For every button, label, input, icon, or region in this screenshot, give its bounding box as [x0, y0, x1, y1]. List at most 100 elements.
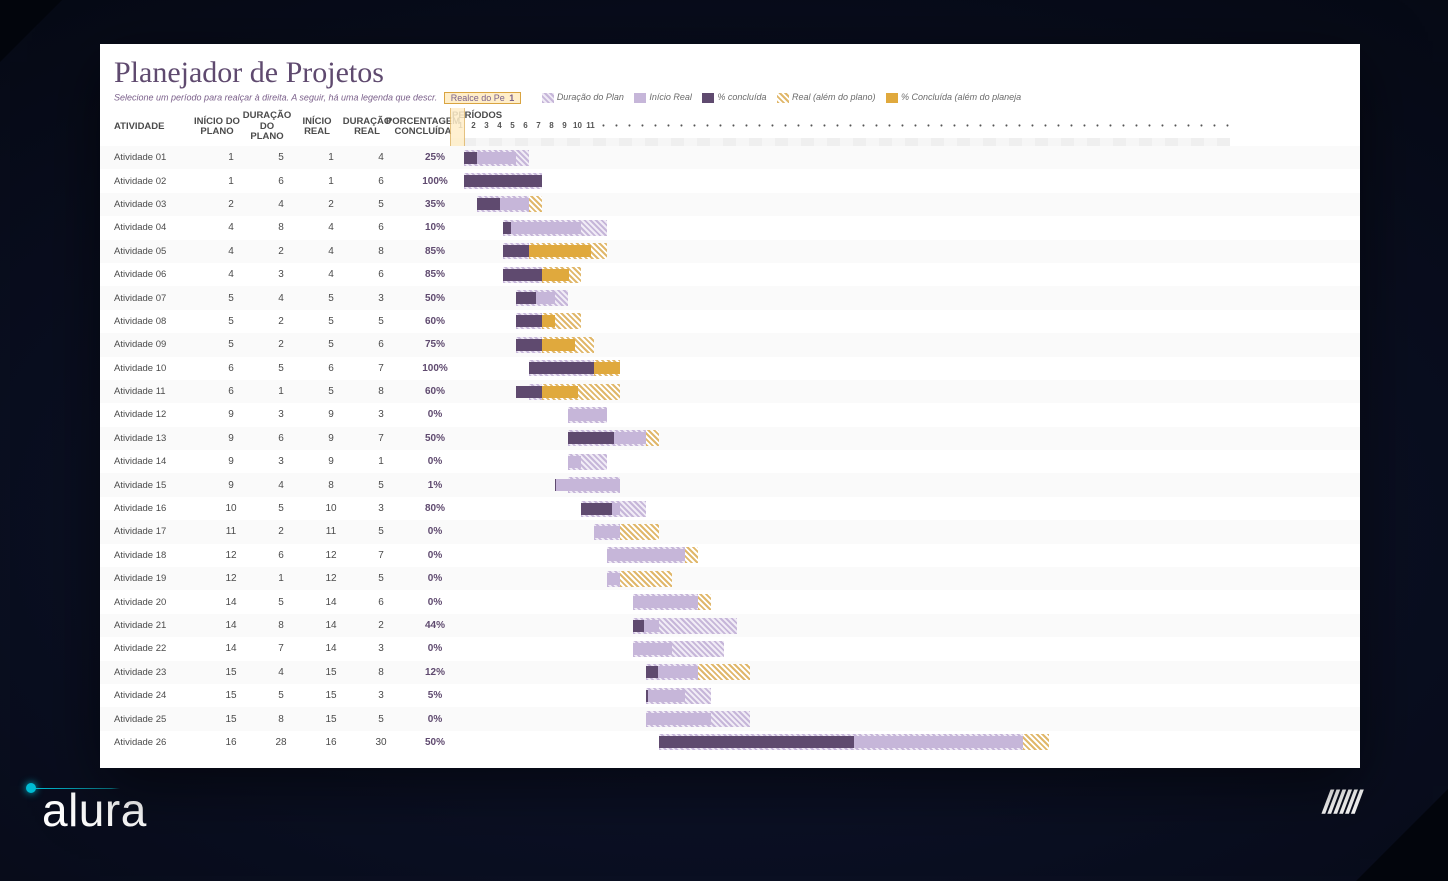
cell-plan-start[interactable]: 1 [206, 152, 256, 163]
cell-plan-dur[interactable]: 6 [256, 550, 306, 561]
cell-activity[interactable]: Atividade 25 [100, 714, 206, 725]
table-row[interactable]: Atividade 04484610% [100, 216, 1360, 239]
cell-real-dur[interactable]: 5 [356, 316, 406, 327]
table-row[interactable]: Atividade 1493910% [100, 450, 1360, 473]
cell-pct[interactable]: 0% [406, 643, 464, 654]
table-row[interactable]: Atividade 221471430% [100, 637, 1360, 660]
cell-plan-dur[interactable]: 3 [256, 456, 306, 467]
cell-pct[interactable]: 0% [406, 526, 464, 537]
cell-real-start[interactable]: 9 [306, 433, 356, 444]
cell-real-start[interactable]: 5 [306, 339, 356, 350]
cell-real-dur[interactable]: 5 [356, 526, 406, 537]
cell-real-dur[interactable]: 3 [356, 690, 406, 701]
cell-real-dur[interactable]: 7 [356, 550, 406, 561]
cell-activity[interactable]: Atividade 14 [100, 456, 206, 467]
table-row[interactable]: Atividade 251581550% [100, 707, 1360, 730]
cell-activity[interactable]: Atividade 20 [100, 597, 206, 608]
cell-pct[interactable]: 10% [406, 222, 464, 233]
cell-pct[interactable]: 0% [406, 714, 464, 725]
cell-activity[interactable]: Atividade 21 [100, 620, 206, 631]
cell-activity[interactable]: Atividade 24 [100, 690, 206, 701]
cell-pct[interactable]: 75% [406, 339, 464, 350]
cell-plan-start[interactable]: 10 [206, 503, 256, 514]
cell-real-start[interactable]: 9 [306, 409, 356, 420]
cell-pct[interactable]: 0% [406, 573, 464, 584]
table-row[interactable]: Atividade 261628163050% [100, 731, 1360, 754]
cell-real-dur[interactable]: 6 [356, 222, 406, 233]
cell-plan-start[interactable]: 5 [206, 316, 256, 327]
cell-activity[interactable]: Atividade 17 [100, 526, 206, 537]
cell-activity[interactable]: Atividade 03 [100, 199, 206, 210]
cell-plan-dur[interactable]: 7 [256, 643, 306, 654]
cell-real-start[interactable]: 4 [306, 222, 356, 233]
cell-real-start[interactable]: 15 [306, 667, 356, 678]
cell-plan-dur[interactable]: 4 [256, 667, 306, 678]
cell-activity[interactable]: Atividade 12 [100, 409, 206, 420]
cell-plan-start[interactable]: 12 [206, 573, 256, 584]
cell-real-start[interactable]: 1 [306, 176, 356, 187]
table-row[interactable]: Atividade 2315415812% [100, 661, 1360, 684]
cell-plan-start[interactable]: 5 [206, 339, 256, 350]
cell-plan-start[interactable]: 9 [206, 480, 256, 491]
cell-plan-start[interactable]: 16 [206, 737, 256, 748]
cell-real-dur[interactable]: 7 [356, 433, 406, 444]
table-row[interactable]: Atividade 181261270% [100, 544, 1360, 567]
cell-activity[interactable]: Atividade 06 [100, 269, 206, 280]
cell-activity[interactable]: Atividade 10 [100, 363, 206, 374]
cell-real-dur[interactable]: 4 [356, 152, 406, 163]
cell-activity[interactable]: Atividade 15 [100, 480, 206, 491]
header-activity[interactable]: ATIVIDADE [100, 108, 192, 146]
cell-pct[interactable]: 44% [406, 620, 464, 631]
cell-pct[interactable]: 1% [406, 480, 464, 491]
cell-plan-dur[interactable]: 28 [256, 737, 306, 748]
cell-plan-start[interactable]: 6 [206, 386, 256, 397]
cell-plan-dur[interactable]: 8 [256, 620, 306, 631]
table-row[interactable]: Atividade 07545350% [100, 286, 1360, 309]
cell-real-dur[interactable]: 30 [356, 737, 406, 748]
cell-activity[interactable]: Atividade 01 [100, 152, 206, 163]
cell-pct[interactable]: 0% [406, 550, 464, 561]
cell-plan-start[interactable]: 9 [206, 456, 256, 467]
cell-pct[interactable]: 0% [406, 456, 464, 467]
highlight-period-label[interactable]: Realce do Pe 1 [444, 92, 522, 104]
cell-plan-start[interactable]: 1 [206, 176, 256, 187]
cell-activity[interactable]: Atividade 09 [100, 339, 206, 350]
cell-activity[interactable]: Atividade 05 [100, 246, 206, 257]
cell-plan-dur[interactable]: 8 [256, 714, 306, 725]
cell-plan-dur[interactable]: 6 [256, 176, 306, 187]
cell-real-dur[interactable]: 5 [356, 573, 406, 584]
cell-real-dur[interactable]: 8 [356, 386, 406, 397]
cell-plan-start[interactable]: 9 [206, 433, 256, 444]
cell-real-start[interactable]: 4 [306, 246, 356, 257]
cell-plan-dur[interactable]: 2 [256, 246, 306, 257]
cell-real-dur[interactable]: 5 [356, 480, 406, 491]
cell-real-start[interactable]: 16 [306, 737, 356, 748]
cell-real-start[interactable]: 15 [306, 690, 356, 701]
cell-plan-dur[interactable]: 5 [256, 152, 306, 163]
cell-activity[interactable]: Atividade 18 [100, 550, 206, 561]
cell-real-dur[interactable]: 8 [356, 246, 406, 257]
cell-real-start[interactable]: 1 [306, 152, 356, 163]
cell-pct[interactable]: 50% [406, 737, 464, 748]
cell-pct[interactable]: 0% [406, 597, 464, 608]
cell-pct[interactable]: 50% [406, 433, 464, 444]
cell-real-dur[interactable]: 3 [356, 503, 406, 514]
cell-real-start[interactable]: 14 [306, 620, 356, 631]
cell-plan-start[interactable]: 5 [206, 293, 256, 304]
table-row[interactable]: Atividade 01151425% [100, 146, 1360, 169]
cell-pct[interactable]: 25% [406, 152, 464, 163]
cell-real-start[interactable]: 11 [306, 526, 356, 537]
cell-plan-start[interactable]: 14 [206, 597, 256, 608]
cell-activity[interactable]: Atividade 23 [100, 667, 206, 678]
cell-real-start[interactable]: 4 [306, 269, 356, 280]
cell-plan-start[interactable]: 14 [206, 620, 256, 631]
cell-real-start[interactable]: 6 [306, 363, 356, 374]
cell-plan-dur[interactable]: 4 [256, 199, 306, 210]
cell-plan-dur[interactable]: 5 [256, 690, 306, 701]
cell-activity[interactable]: Atividade 13 [100, 433, 206, 444]
cell-plan-dur[interactable]: 5 [256, 597, 306, 608]
cell-pct[interactable]: 60% [406, 316, 464, 327]
table-row[interactable]: Atividade 021616100% [100, 169, 1360, 192]
table-row[interactable]: Atividade 09525675% [100, 333, 1360, 356]
table-row[interactable]: Atividade 1610510380% [100, 497, 1360, 520]
